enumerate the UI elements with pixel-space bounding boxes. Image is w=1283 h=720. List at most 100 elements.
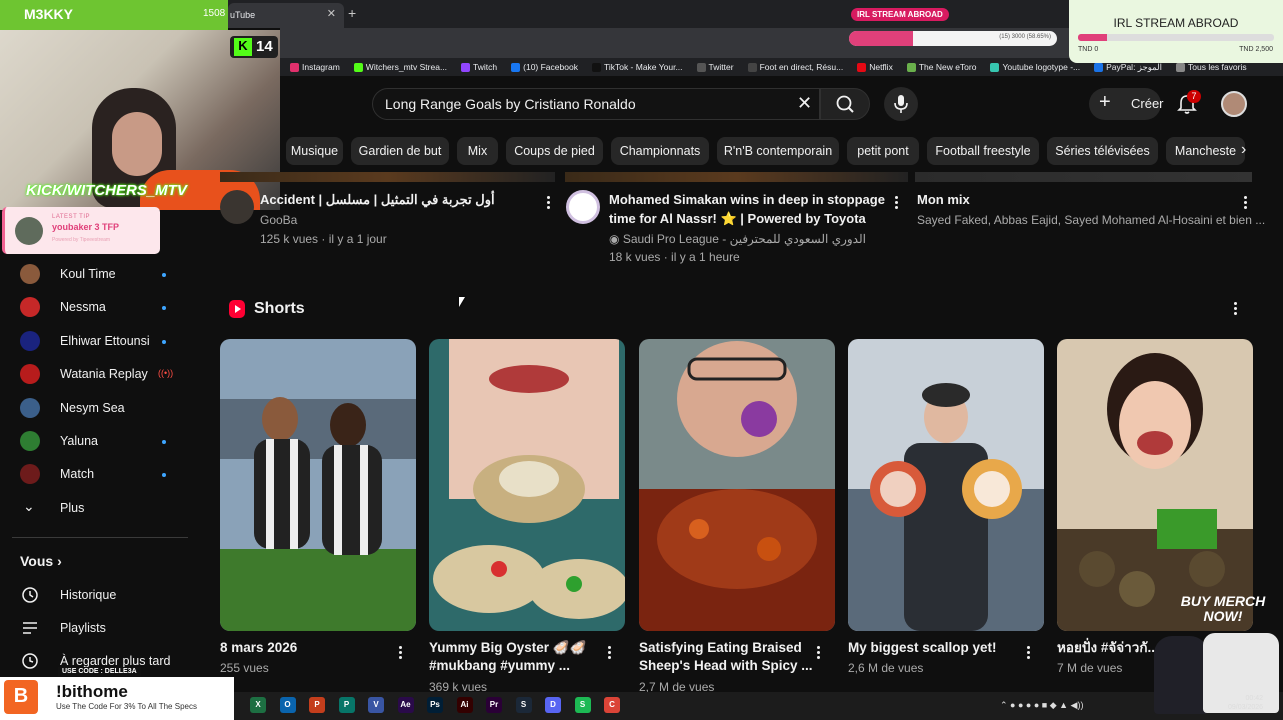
create-button[interactable]: + Créer: [1089, 88, 1164, 120]
sidebar-item-subscription[interactable]: Nessma: [20, 296, 190, 320]
filter-chip[interactable]: Séries télévisées: [1047, 137, 1158, 165]
video-title[interactable]: Mon mix: [917, 191, 970, 209]
excel-icon[interactable]: X: [250, 697, 266, 713]
video-title-line-2[interactable]: time for Al Nassr! ⭐ | Powered by Toyota: [609, 210, 866, 228]
sidebar-item-subscription[interactable]: Nesym Sea: [20, 397, 190, 421]
illustrator-icon[interactable]: Ai: [456, 697, 473, 713]
short-title-line-1[interactable]: Yummy Big Oyster 🦪🦪: [429, 639, 586, 657]
short-title[interactable]: หอยปั่ง #จัจ่าวกั...: [1057, 639, 1159, 657]
video-channel[interactable]: GooBa: [260, 212, 297, 229]
filter-chip[interactable]: Mancheste: [1166, 137, 1245, 165]
bookmark-label: The New eToro: [918, 62, 977, 72]
merch-promo: BUY MERCH NOW!: [1163, 594, 1283, 624]
bookmark-item[interactable]: PayPal: الموجز: [1094, 62, 1162, 73]
mix-thumbnail[interactable]: [915, 172, 1252, 182]
bookmark-item[interactable]: The New eToro: [906, 62, 977, 72]
close-icon[interactable]: ✕: [327, 7, 336, 20]
short-thumbnail[interactable]: [220, 339, 416, 631]
filter-chip[interactable]: Mix: [457, 137, 498, 165]
sidebar-item-history[interactable]: Historique: [20, 584, 190, 608]
sidebar-item-subscription[interactable]: Watania Replay ((•)): [20, 363, 190, 387]
short-title[interactable]: 8 mars 2026: [220, 639, 297, 657]
short-title-line-2[interactable]: Sheep's Head with Spicy ...: [639, 657, 813, 675]
filter-chip[interactable]: Football freestyle: [927, 137, 1039, 165]
filter-chip[interactable]: Gardien de but: [351, 137, 449, 165]
visio-icon[interactable]: V: [368, 697, 384, 713]
chevron-right-icon[interactable]: ›: [1241, 141, 1246, 159]
bookmark-item[interactable]: Twitch: [461, 62, 497, 72]
sidebar-item-more[interactable]: ⌄ Plus: [20, 497, 190, 521]
filter-chip[interactable]: Coups de pied: [506, 137, 603, 165]
sidebar-item-subscription[interactable]: Match: [20, 463, 190, 487]
browser-tab[interactable]: uTube ✕: [228, 3, 344, 28]
bookmark-item[interactable]: Instagram: [290, 62, 340, 72]
filter-chip[interactable]: R'n'B contemporain: [717, 137, 839, 165]
discord-icon[interactable]: D: [545, 697, 561, 713]
short-thumbnail[interactable]: [639, 339, 835, 631]
voice-search-button[interactable]: [884, 87, 918, 121]
more-options-icon[interactable]: [608, 646, 612, 661]
search-input[interactable]: Long Range Goals by Cristiano Ronaldo ✕: [372, 88, 820, 120]
more-options-icon[interactable]: [547, 196, 551, 211]
video-thumbnail[interactable]: [220, 172, 555, 182]
short-image: [848, 339, 1044, 631]
outlook-icon[interactable]: O: [279, 697, 296, 713]
video-channel[interactable]: Sayed Faked, Abbas Eajid, Sayed Mohamed …: [917, 212, 1265, 229]
sidebar-section-you[interactable]: Vous ›: [20, 553, 62, 569]
short-thumbnail[interactable]: [1057, 339, 1253, 631]
more-options-icon[interactable]: [1234, 302, 1238, 317]
history-icon: [22, 587, 38, 603]
bookmark-label: Twitch: [473, 62, 498, 72]
bookmark-item[interactable]: Tous les favoris: [1176, 62, 1247, 72]
more-options-icon[interactable]: [399, 646, 403, 661]
video-title[interactable]: Accident | أول تجربة في التمثيل | مسلسل: [260, 191, 495, 209]
short-thumbnail[interactable]: [848, 339, 1044, 631]
more-options-icon[interactable]: [1244, 196, 1248, 211]
powerpoint-icon[interactable]: P: [309, 697, 325, 713]
bookmark-item[interactable]: Foot en direct, Résu...: [747, 62, 843, 72]
goal-min: TND 0: [1078, 46, 1099, 53]
sidebar-item-subscription[interactable]: Elhiwar Ettounsi: [20, 330, 190, 354]
bookmark-item[interactable]: Witchers_mtv Strea...: [353, 62, 447, 72]
sidebar-item-label: Elhiwar Ettounsi: [60, 333, 150, 348]
steam-icon[interactable]: S: [515, 697, 532, 713]
bookmark-item[interactable]: Twitter: [696, 62, 734, 72]
video-channel[interactable]: ◉ Saudi Pro League - الدوري السعودي للمح…: [609, 231, 866, 248]
user-avatar[interactable]: [1221, 91, 1247, 117]
short-title[interactable]: My biggest scallop yet!: [848, 639, 997, 657]
more-options-icon[interactable]: [817, 646, 821, 661]
after-effects-icon[interactable]: Ae: [397, 697, 414, 713]
video-title-line-1[interactable]: Mohamed Simakan wins in deep in stoppage: [609, 191, 885, 209]
sidebar-item-subscription[interactable]: Koul Time: [20, 263, 190, 287]
new-tab-icon[interactable]: +: [348, 5, 356, 21]
short-title-line-1[interactable]: Satisfying Eating Braised: [639, 639, 802, 657]
premiere-icon[interactable]: Pr: [486, 697, 502, 713]
chrome-icon[interactable]: C: [604, 697, 620, 713]
bookmark-item[interactable]: TikTok - Make Your...: [591, 62, 683, 72]
more-options-icon[interactable]: [895, 196, 899, 211]
channel-avatar[interactable]: [566, 190, 600, 224]
clear-search-icon[interactable]: ✕: [797, 93, 812, 114]
publisher-icon[interactable]: P: [338, 697, 355, 713]
sidebar-item-subscription[interactable]: Yaluna: [20, 430, 190, 454]
search-button[interactable]: [820, 88, 870, 120]
video-meta: 125 k vues · il y a 1 jour: [260, 232, 387, 246]
bookmark-item[interactable]: (10) Facebook: [511, 62, 578, 72]
filter-chip[interactable]: Musique: [286, 137, 343, 165]
channel-avatar[interactable]: [220, 190, 254, 224]
sidebar-item-playlists[interactable]: Playlists: [20, 617, 190, 641]
filter-chip[interactable]: Championnats: [611, 137, 709, 165]
filter-chips: Musique Gardien de but Mix Coups de pied Cha…: [280, 137, 1245, 165]
short-thumbnail[interactable]: [429, 339, 625, 631]
more-options-icon[interactable]: [1027, 646, 1031, 661]
sidebar-item-label: Historique: [60, 588, 117, 602]
short-title-line-2[interactable]: #mukbang #yummy ...: [429, 657, 570, 675]
system-clock[interactable]: 00:42 09/03/2026: [1228, 694, 1263, 712]
video-thumbnail[interactable]: [565, 172, 908, 182]
filter-chip[interactable]: petit pont: [847, 137, 919, 165]
photoshop-icon[interactable]: Ps: [427, 697, 443, 713]
bookmark-item[interactable]: Netflix: [857, 62, 893, 72]
bookmark-item[interactable]: Youtube logotype -...: [990, 62, 1080, 72]
spotify-icon[interactable]: S: [574, 697, 591, 713]
system-tray[interactable]: ⌃ ● ● ● ● ■ ◆ ▲ ◀)): [1000, 700, 1083, 711]
